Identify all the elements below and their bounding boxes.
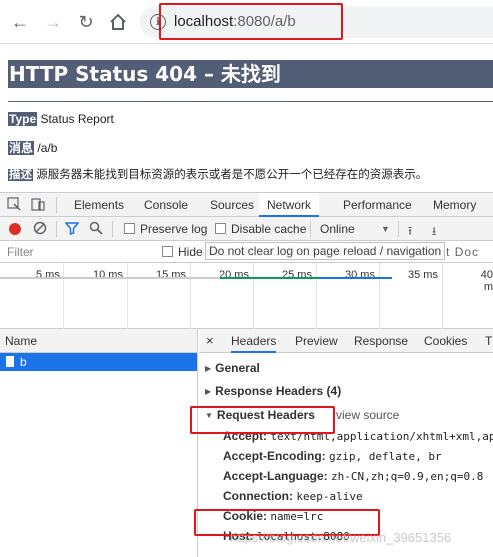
request-name: b [20,355,27,369]
request-list: Name b [0,329,198,557]
request-header-row: Accept-Encoding: gzip, deflate, br [223,449,442,463]
record-icon[interactable] [9,223,21,235]
tab-response[interactable]: Response [354,329,408,353]
filter-icon[interactable] [64,221,80,237]
message-line: 消息 /a/b [8,139,57,156]
chevron-down-icon[interactable]: ▼ [381,224,390,234]
timeline-bar-ttfb [220,277,320,279]
grid-line [63,263,64,329]
timeline-tick: 25 ms [282,269,312,281]
watermark: https://blog.csdn.net/weixin_39651356 [230,530,452,545]
inspect-icon[interactable] [6,197,22,213]
description-label: 描述 [8,169,33,181]
preserve-log-label: Preserve log [140,222,208,236]
type-line: Type Status Report [8,112,114,126]
tab-elements[interactable]: Elements [74,193,124,217]
url-highlight-box [159,3,343,40]
separator [398,221,399,237]
description-value: 源服务器未能找到目标资源的表示或者是不愿公开一个已经存在的资源表示。 [36,169,428,181]
grid-line [253,263,254,329]
detail-tab-bar: × Headers Preview Response Cookies T [199,329,493,353]
type-value: Status Report [40,112,114,126]
reload-icon[interactable]: ↻ [74,10,98,34]
divider [8,101,493,102]
tab-sources[interactable]: Sources [210,193,254,217]
request-row[interactable]: b [0,353,197,371]
tab-network[interactable]: Network [259,193,320,217]
export-har-icon[interactable]: ⭳ [432,222,436,243]
request-headers-highlight-box [190,406,335,434]
forward-icon[interactable]: → [41,10,65,34]
hide-data-urls-checkbox[interactable] [162,246,173,257]
grid-line [442,263,443,329]
description-line: 描述 源服务器未能找到目标资源的表示或者是不愿公开一个已经存在的资源表示。 [8,166,427,182]
expand-icon: ▶ [205,387,212,396]
tooltip: Do not clear log on page reload / naviga… [205,242,446,260]
page-title: HTTP Status 404 – 未找到 [8,60,493,88]
tab-headers[interactable]: Headers [231,329,277,353]
network-controls: Preserve log Disable cache Online ▼ ⭱ ⭳ [0,217,493,241]
filter-input[interactable]: Filter [7,245,34,259]
import-har-icon[interactable]: ⭱ [408,222,412,243]
timeline-tick: 20 ms [219,269,249,281]
expand-icon: ▶ [205,364,212,373]
response-headers-section[interactable]: ▶ Response Headers (4) [205,384,341,398]
timeline-tick: 15 ms [156,269,186,281]
type-label: Type [8,112,38,126]
message-label: 消息 [8,141,35,155]
timeline-bar-download [320,277,392,279]
tab-preview[interactable]: Preview [295,329,338,353]
tab-timing[interactable]: T [485,329,492,353]
view-source-link[interactable]: view source [336,408,399,422]
tab-console[interactable]: Console [144,193,188,217]
grid-line [127,263,128,329]
disable-cache-label: Disable cache [231,222,307,236]
grid-line [190,263,191,329]
timeline-tick: 35 ms [408,269,438,281]
search-icon[interactable] [88,221,104,237]
clear-icon[interactable] [32,221,48,237]
separator [56,221,57,237]
device-toggle-icon[interactable] [30,197,46,213]
close-icon[interactable]: × [206,329,214,353]
devtools-tab-bar: Elements Console Sources Network Perform… [0,193,493,217]
timeline-tick: 40 m [480,269,493,293]
grid-line [316,263,317,329]
request-header-row: Accept-Language: zh-CN,zh;q=0.9,en;q=0.8 [223,469,484,483]
home-icon[interactable] [106,10,130,34]
document-icon [6,356,14,367]
timeline-bar-waiting [0,277,220,279]
request-header-row: Connection: keep-alive [223,489,363,503]
timeline-tick: 10 ms [93,269,123,281]
grid-line [379,263,380,329]
separator [112,221,113,237]
message-value: /a/b [37,141,58,155]
separator [56,197,57,213]
tab-memory[interactable]: Memory [433,193,476,217]
timeline-tick: 5 ms [36,269,60,281]
network-timeline: 5 ms 10 ms 15 ms 20 ms 25 ms 30 ms 35 ms… [0,263,493,329]
timeline-tick: 30 ms [345,269,375,281]
page-content: HTTP Status 404 – 未找到 Type Status Report… [0,44,493,192]
preserve-log-checkbox[interactable] [124,223,135,234]
name-column-header[interactable]: Name [0,329,197,353]
separator [310,221,311,237]
throttle-select[interactable]: Online [320,222,355,236]
tab-performance[interactable]: Performance [343,193,412,217]
tab-cookies[interactable]: Cookies [424,329,467,353]
back-icon[interactable]: ← [8,10,32,34]
general-section[interactable]: ▶ General [205,361,260,375]
disable-cache-checkbox[interactable] [215,223,226,234]
